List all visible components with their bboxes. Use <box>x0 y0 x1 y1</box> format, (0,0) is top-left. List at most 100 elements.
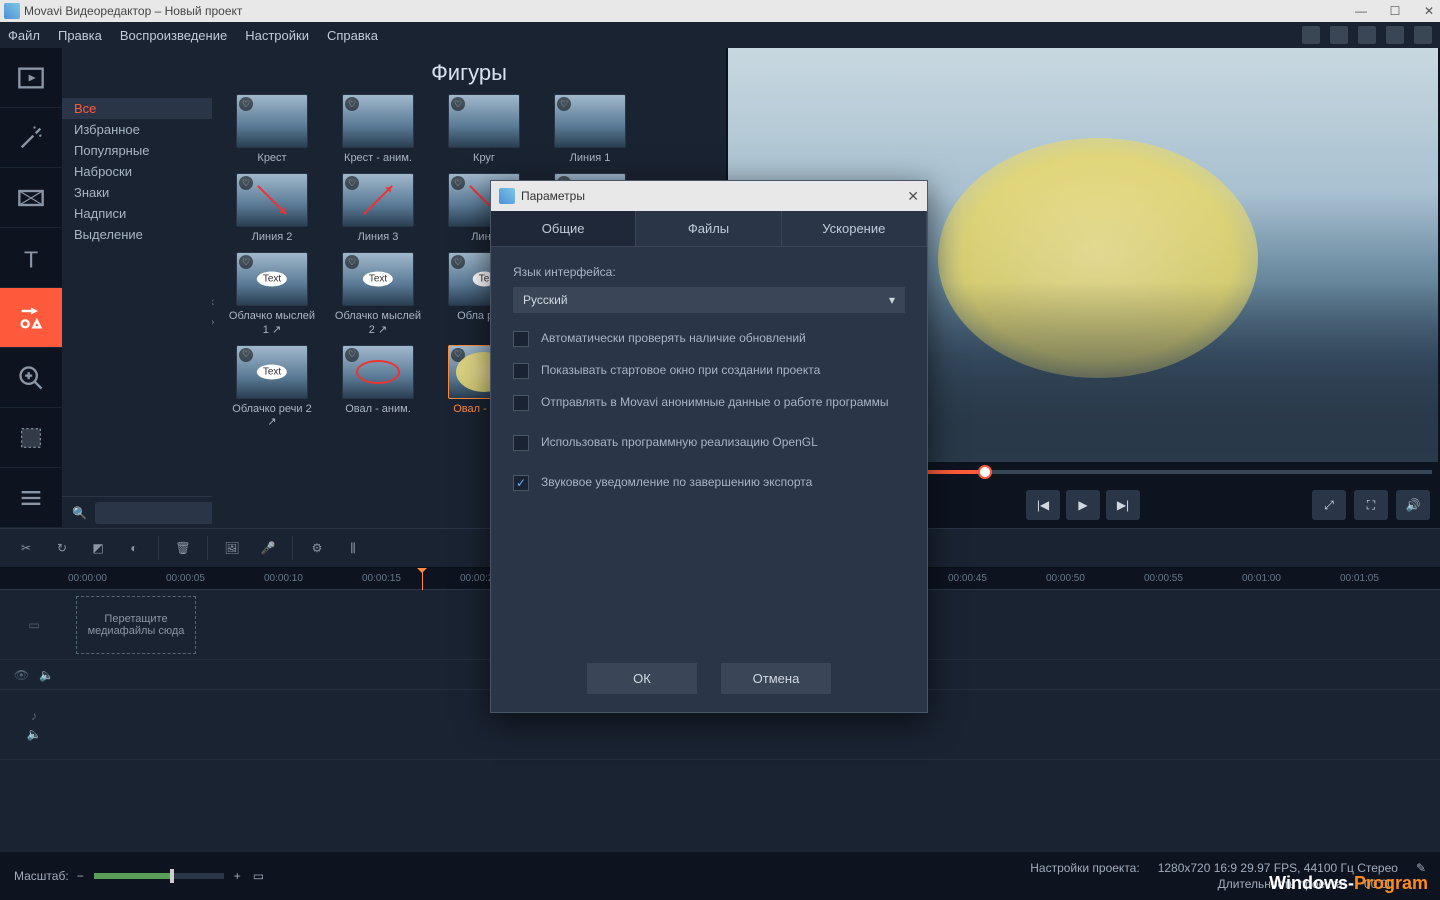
shape-thumb[interactable]: ♡ <box>342 345 414 399</box>
checkbox-opengl[interactable] <box>513 435 529 451</box>
dialog-titlebar[interactable]: Параметры ✕ <box>491 181 927 211</box>
fullscreen-icon[interactable]: ⛶ <box>1354 490 1388 520</box>
scroll-left-icon[interactable]: ‹ <box>212 293 224 309</box>
minimize-button[interactable]: — <box>1354 4 1368 18</box>
scroll-right-icon[interactable]: › <box>212 313 224 329</box>
checkbox-updates[interactable] <box>513 331 529 347</box>
ruler-tick: 00:01:00 <box>1242 573 1340 584</box>
cancel-button[interactable]: Отмена <box>721 663 831 694</box>
category-sketches[interactable]: Наброски <box>62 161 212 182</box>
language-label: Язык интерфейса: <box>513 265 905 279</box>
category-captions[interactable]: Надписи <box>62 203 212 224</box>
shape-thumb[interactable]: ♡ <box>342 173 414 227</box>
category-highlight[interactable]: Выделение <box>62 224 212 245</box>
close-button[interactable]: ✕ <box>1422 4 1436 18</box>
eye-icon[interactable]: 👁 <box>14 668 29 682</box>
favorite-icon[interactable]: ♡ <box>345 255 359 269</box>
checkbox-anon-data[interactable] <box>513 395 529 411</box>
shape-label: Овал - аним. <box>345 403 411 416</box>
rail-zoom[interactable] <box>0 348 62 408</box>
checkbox-startwindow[interactable] <box>513 363 529 379</box>
zoom-slider[interactable] <box>94 873 224 879</box>
favorite-icon[interactable]: ♡ <box>239 97 253 111</box>
favorite-icon[interactable]: ♡ <box>451 176 465 190</box>
menu-playback[interactable]: Воспроизведение <box>120 28 227 43</box>
share-vk-icon[interactable] <box>1358 26 1376 44</box>
share-more-icon[interactable] <box>1414 26 1432 44</box>
favorite-icon[interactable]: ♡ <box>345 348 359 362</box>
prev-button[interactable]: |◀ <box>1026 490 1060 520</box>
cut-icon[interactable]: ✂ <box>10 532 42 564</box>
shape-thumb[interactable]: ♡Text <box>342 252 414 306</box>
zoom-in-icon[interactable]: + <box>234 869 241 883</box>
media-dropzone[interactable]: Перетащите медиафайлы сюда <box>76 596 196 654</box>
menu-settings[interactable]: Настройки <box>245 28 309 43</box>
rail-transitions[interactable] <box>0 168 62 228</box>
ok-button[interactable]: ОК <box>587 663 697 694</box>
window-titlebar: Movavi Видеоредактор – Новый проект — ☐ … <box>0 0 1440 22</box>
tab-files[interactable]: Файлы <box>636 211 781 246</box>
favorite-icon[interactable]: ♡ <box>239 176 253 190</box>
shape-thumb[interactable]: ♡ <box>342 94 414 148</box>
tab-acceleration[interactable]: Ускорение <box>782 211 927 246</box>
next-button[interactable]: ▶| <box>1106 490 1140 520</box>
ruler-tick: 00:00:00 <box>68 573 166 584</box>
check-label: Показывать стартовое окно при создании п… <box>541 363 820 377</box>
favorite-icon[interactable]: ♡ <box>451 255 465 269</box>
shape-thumb[interactable]: ♡ <box>236 94 308 148</box>
maximize-button[interactable]: ☐ <box>1388 4 1402 18</box>
gear-icon[interactable]: ⚙ <box>301 532 333 564</box>
ruler-tick: 00:00:50 <box>1046 573 1144 584</box>
shape-thumb[interactable]: ♡ <box>554 94 626 148</box>
share-youtube-icon[interactable] <box>1302 26 1320 44</box>
detach-preview-icon[interactable]: ⤢ <box>1312 490 1346 520</box>
zoom-fit-icon[interactable]: ▭ <box>253 869 264 883</box>
zoom-out-icon[interactable]: − <box>77 869 84 883</box>
rail-filters[interactable] <box>0 108 62 168</box>
shape-label: Линия 3 <box>358 231 399 244</box>
color-adjust-icon[interactable]: ◐ <box>118 532 150 564</box>
dialog-close-icon[interactable]: ✕ <box>907 188 919 205</box>
mute-icon[interactable]: 🔈 <box>39 668 54 682</box>
shape-thumb[interactable]: ♡ <box>448 94 520 148</box>
rail-highlight[interactable] <box>0 408 62 468</box>
category-favorites[interactable]: Избранное <box>62 119 212 140</box>
ruler-tick: 00:01:05 <box>1340 573 1438 584</box>
tab-general[interactable]: Общие <box>491 211 636 246</box>
category-all[interactable]: Все <box>62 98 212 119</box>
share-fb-icon[interactable] <box>1386 26 1404 44</box>
image-icon[interactable]: 🖼 <box>216 532 248 564</box>
favorite-icon[interactable]: ♡ <box>557 97 571 111</box>
play-button[interactable]: ▶ <box>1066 490 1100 520</box>
rail-shapes[interactable] <box>0 288 62 348</box>
ruler-tick: 00:00:55 <box>1144 573 1242 584</box>
share-ok-icon[interactable] <box>1330 26 1348 44</box>
crop-icon[interactable]: ◩ <box>82 532 114 564</box>
favorite-icon[interactable]: ♡ <box>239 255 253 269</box>
volume-icon[interactable]: 🔊 <box>1396 490 1430 520</box>
ruler-tick: 00:00:10 <box>264 573 362 584</box>
rotate-icon[interactable]: ↻ <box>46 532 78 564</box>
shape-thumb[interactable]: ♡Text <box>236 345 308 399</box>
menu-help[interactable]: Справка <box>327 28 378 43</box>
shape-thumb[interactable]: ♡ <box>236 173 308 227</box>
favorite-icon[interactable]: ♡ <box>345 97 359 111</box>
dropzone-label: Перетащите медиафайлы сюда <box>81 613 191 637</box>
category-popular[interactable]: Популярные <box>62 140 212 161</box>
rail-media[interactable] <box>0 48 62 108</box>
shape-thumb[interactable]: ♡Text <box>236 252 308 306</box>
language-select[interactable]: Русский ▾ <box>513 287 905 313</box>
mic-icon[interactable]: 🎤 <box>252 532 284 564</box>
category-signs[interactable]: Знаки <box>62 182 212 203</box>
rail-titles[interactable]: T <box>0 228 62 288</box>
delete-icon[interactable]: 🗑 <box>167 532 199 564</box>
favorite-icon[interactable]: ♡ <box>239 348 253 362</box>
checkbox-sound-notify[interactable]: ✓ <box>513 475 529 491</box>
menu-file[interactable]: Файл <box>8 28 40 43</box>
equalizer-icon[interactable]: ⫼ <box>337 532 369 564</box>
favorite-icon[interactable]: ♡ <box>451 97 465 111</box>
favorite-icon[interactable]: ♡ <box>345 176 359 190</box>
rail-more[interactable] <box>0 468 62 528</box>
mute-icon[interactable]: 🔈 <box>27 727 42 741</box>
menu-edit[interactable]: Правка <box>58 28 102 43</box>
